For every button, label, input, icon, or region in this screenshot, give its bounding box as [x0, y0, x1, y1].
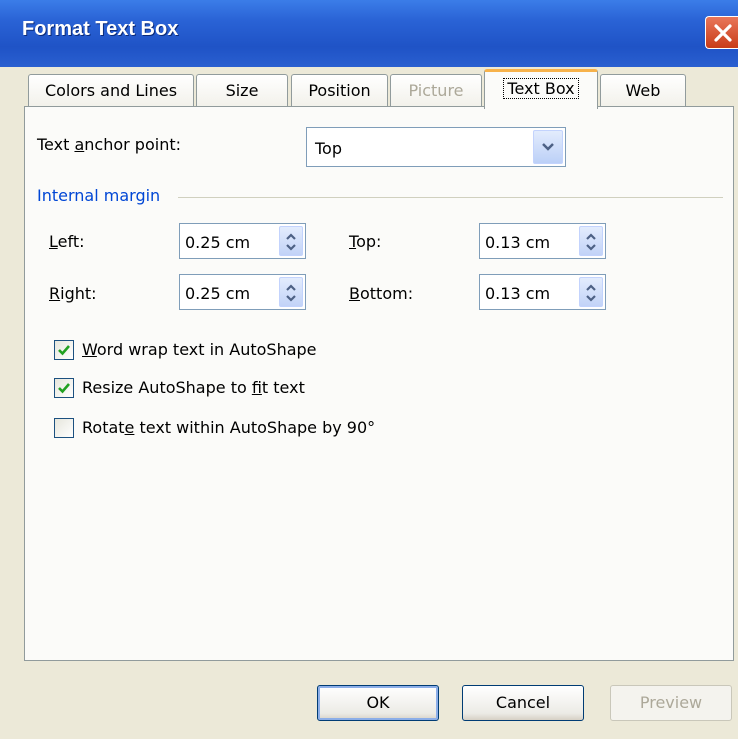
tab-size[interactable]: Size — [196, 74, 288, 107]
preview-button[interactable]: Preview — [610, 685, 732, 721]
anchor-point-label: Text anchor point: — [37, 135, 181, 154]
resize-autoshape-label[interactable]: Resize AutoShape to fit text — [82, 378, 305, 397]
top-margin-label: Top: — [349, 232, 382, 251]
right-margin-label: Right: — [49, 284, 97, 303]
chevron-down-icon — [542, 143, 554, 151]
spin-up-down-icon — [286, 233, 296, 251]
anchor-point-select[interactable]: Top — [306, 127, 566, 167]
tab-label: Colors and Lines — [44, 81, 178, 100]
rotate-text-label[interactable]: Rotate text within AutoShape by 90° — [82, 418, 375, 437]
title-bar[interactable]: Format Text Box — [0, 0, 738, 67]
word-wrap-checkbox[interactable] — [54, 340, 74, 360]
spin-arrows[interactable] — [579, 277, 603, 307]
word-wrap-label[interactable]: Word wrap text in AutoShape — [82, 340, 317, 359]
tab-picture[interactable]: Picture — [390, 74, 482, 107]
left-margin-label: Left: — [49, 232, 85, 251]
spin-up-down-icon — [586, 233, 596, 251]
top-margin-value: 0.13 cm — [485, 233, 551, 252]
bottom-margin-label: Bottom: — [349, 284, 414, 303]
tab-label: Picture — [408, 81, 464, 100]
tab-label: Size — [225, 81, 259, 100]
dropdown-button[interactable] — [533, 130, 563, 164]
spin-up-down-icon — [586, 284, 596, 302]
group-divider — [178, 197, 723, 198]
tab-label: Text Box — [503, 78, 579, 99]
tab-label: Position — [308, 81, 371, 100]
top-margin-spinner[interactable]: 0.13 cm — [479, 223, 606, 259]
tab-position[interactable]: Position — [291, 74, 388, 107]
right-margin-value: 0.25 cm — [185, 284, 251, 303]
anchor-point-value: Top — [315, 139, 342, 158]
spin-arrows[interactable] — [579, 226, 603, 256]
checkmark-icon — [58, 345, 70, 356]
right-margin-spinner[interactable]: 0.25 cm — [179, 274, 306, 310]
internal-margin-group-label: Internal margin — [37, 186, 161, 205]
close-icon — [714, 24, 732, 42]
bottom-margin-value: 0.13 cm — [485, 284, 551, 303]
tab-label: Web — [625, 81, 661, 100]
tab-web[interactable]: Web — [600, 74, 686, 107]
tab-text-box[interactable]: Text Box — [484, 69, 598, 109]
tab-colors-and-lines[interactable]: Colors and Lines — [28, 74, 194, 107]
cancel-button[interactable]: Cancel — [462, 685, 584, 721]
rotate-text-checkbox[interactable] — [54, 418, 74, 438]
spin-arrows[interactable] — [279, 277, 303, 307]
bottom-margin-spinner[interactable]: 0.13 cm — [479, 274, 606, 310]
close-button[interactable] — [705, 16, 738, 49]
checkmark-icon — [58, 383, 70, 394]
spin-up-down-icon — [286, 284, 296, 302]
left-margin-value: 0.25 cm — [185, 233, 251, 252]
spin-arrows[interactable] — [279, 226, 303, 256]
format-text-box-dialog: Format Text Box Colors and Lines Size Po… — [0, 0, 738, 739]
resize-autoshape-checkbox[interactable] — [54, 378, 74, 398]
left-margin-spinner[interactable]: 0.25 cm — [179, 223, 306, 259]
ok-button[interactable]: OK — [317, 685, 439, 721]
dialog-title: Format Text Box — [22, 18, 179, 40]
